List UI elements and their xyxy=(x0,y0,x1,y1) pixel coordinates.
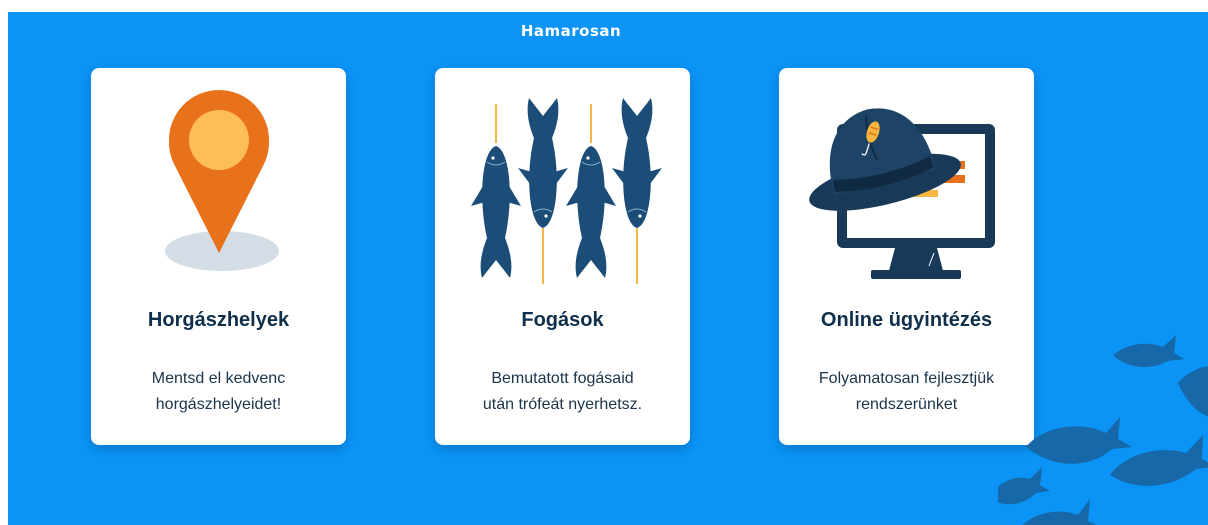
card-description-line: horgászhelyeidet! xyxy=(155,396,282,413)
card-title: Fogások xyxy=(521,309,604,331)
card-description: Bemutatott fogásaid után trófeát nyerhet… xyxy=(435,366,690,418)
card-description-line: Bemutatott fogásaid xyxy=(491,370,634,387)
card-description-line: rendszerünket xyxy=(855,396,958,413)
hat-and-monitor-icon xyxy=(809,108,995,279)
map-pin-icon xyxy=(165,90,279,271)
card-description-line: Folyamatosan fejlesztjük xyxy=(818,370,995,387)
coming-soon-section: Hamarosan Horgászhelyek Mentsd el kedven… xyxy=(8,12,1208,525)
card-title: Online ügyintézés xyxy=(820,309,993,331)
card-description-line: Mentsd el kedvenc xyxy=(151,370,286,387)
section-title: Hamarosan xyxy=(520,22,622,40)
hanging-fish-icon xyxy=(471,98,662,284)
card-description: Folyamatosan fejlesztjük rendszerünket xyxy=(779,366,1034,418)
card-description-line: után trófeát nyerhetsz. xyxy=(482,396,643,413)
card-title: Horgászhelyek xyxy=(147,309,290,331)
feature-card-fishing-spots: Horgászhelyek Mentsd el kedvenc horgászh… xyxy=(91,68,346,445)
feature-card-catches: Fogások Bemutatott fogásaid után trófeát… xyxy=(435,68,690,445)
feature-card-online-administration: Online ügyintézés Folyamatosan fejlesztj… xyxy=(779,68,1034,445)
card-description: Mentsd el kedvenc horgászhelyeidet! xyxy=(91,366,346,418)
fish-school-icon xyxy=(998,335,1208,525)
